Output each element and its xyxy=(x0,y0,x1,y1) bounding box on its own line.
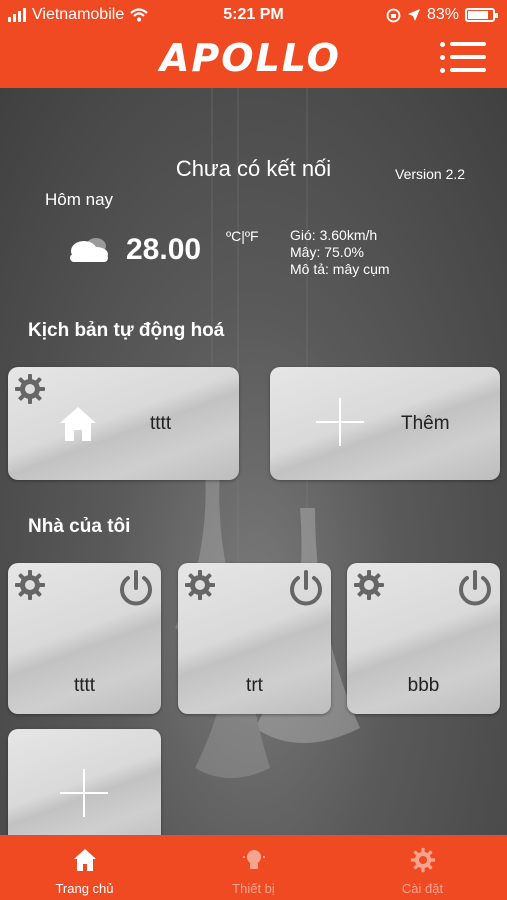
rotation-lock-icon xyxy=(386,8,401,22)
plus-icon xyxy=(60,769,108,817)
add-automation-card[interactable]: Thêm xyxy=(270,367,500,480)
temperature-unit-toggle[interactable]: ºC|ºF xyxy=(226,228,259,244)
tab-settings[interactable]: Cài đặt xyxy=(338,835,507,900)
weather-description: Mô tả: mây cụm xyxy=(290,261,390,277)
my-home-section-title: Nhà của tôi xyxy=(28,516,131,537)
home-icon xyxy=(74,849,96,871)
home-card-label: tttt xyxy=(73,675,96,696)
automation-label: tttt xyxy=(150,413,172,434)
power-icon[interactable] xyxy=(456,569,494,607)
add-automation-label: Thêm xyxy=(401,413,450,434)
app-header: Vietnamobile 5:21 PM 83% APOLLO xyxy=(0,0,507,88)
tab-label: Cài đặt xyxy=(401,881,444,896)
tab-home[interactable]: Trang chủ xyxy=(0,835,169,900)
cloud-icon xyxy=(70,238,108,262)
battery-icon xyxy=(465,8,498,22)
plus-icon xyxy=(316,398,364,446)
temperature-value: 28.00 xyxy=(126,233,202,266)
tab-bar: Trang chủ Thiết bị Cài đặt xyxy=(0,835,507,900)
gear-icon[interactable] xyxy=(353,569,385,601)
home-card[interactable]: tttt xyxy=(8,563,161,714)
gear-icon xyxy=(410,847,436,873)
home-content: Chưa có kết nối Version 2.2 Hôm nay 28.0… xyxy=(0,88,507,835)
add-home-card[interactable] xyxy=(8,729,161,835)
automation-section-title: Kịch bản tự động hoá xyxy=(28,320,225,341)
menu-button[interactable] xyxy=(440,40,488,76)
app-logo: APOLLO xyxy=(160,36,341,80)
wind-speed: Gió: 3.60km/h xyxy=(290,227,378,243)
home-card[interactable]: trt xyxy=(178,563,331,714)
home-icon xyxy=(60,407,96,441)
home-card-label: trt xyxy=(246,675,263,696)
tab-label: Trang chủ xyxy=(55,881,114,896)
power-icon[interactable] xyxy=(287,569,325,607)
automation-card[interactable]: tttt xyxy=(8,367,239,480)
weather-details: Gió: 3.60km/h Mây: 75.0% Mô tả: mây cụm xyxy=(290,227,390,278)
tab-devices[interactable]: Thiết bị xyxy=(169,835,338,900)
battery-percent: 83% xyxy=(426,6,459,23)
today-label: Hôm nay xyxy=(45,190,114,209)
power-icon[interactable] xyxy=(117,569,155,607)
gear-icon[interactable] xyxy=(14,569,46,601)
tab-label: Thiết bị xyxy=(232,881,275,896)
app-version: Version 2.2 xyxy=(395,166,466,182)
home-card[interactable]: bbb xyxy=(347,563,500,714)
bulb-icon xyxy=(243,850,265,869)
cloud-cover: Mây: 75.0% xyxy=(290,244,364,260)
gear-icon[interactable] xyxy=(184,569,216,601)
status-bar: Vietnamobile 5:21 PM 83% xyxy=(0,0,507,30)
location-icon xyxy=(407,9,420,21)
home-card-label: bbb xyxy=(407,675,440,696)
gear-icon[interactable] xyxy=(14,373,46,405)
